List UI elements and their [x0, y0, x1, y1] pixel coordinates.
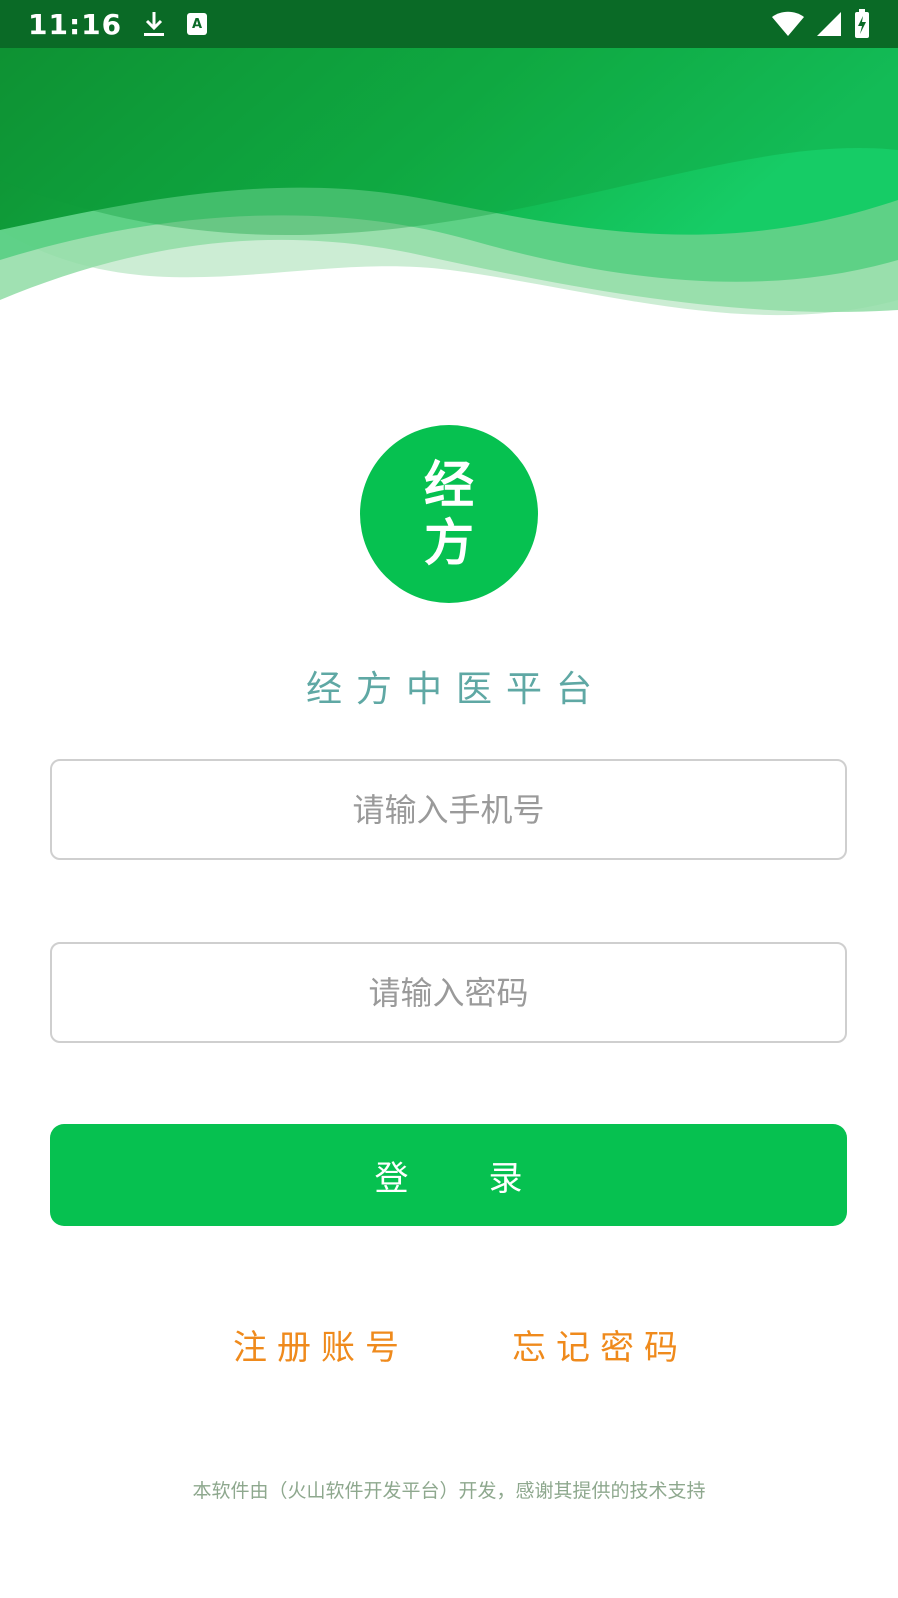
wifi-icon: [772, 11, 804, 37]
password-input[interactable]: [52, 944, 845, 1041]
status-bar: 11:16 A: [0, 0, 898, 48]
status-time: 11:16: [28, 7, 123, 41]
footer-credit: 本软件由（火山软件开发平台）开发，感谢其提供的技术支持: [192, 1480, 706, 1502]
phone-input[interactable]: [52, 761, 845, 858]
logo-char-1: 经: [424, 456, 474, 514]
app-title: 经方中医平台: [305, 669, 606, 710]
login-button[interactable]: 登录: [50, 1124, 847, 1226]
logo-char-2: 方: [424, 514, 474, 572]
cell-signal-icon: [816, 11, 842, 37]
battery-charging-icon: [854, 9, 870, 39]
app-logo: 经 方: [360, 425, 538, 603]
download-icon: [142, 10, 166, 38]
register-link[interactable]: 注册账号: [233, 1320, 409, 1369]
password-field[interactable]: [50, 942, 847, 1043]
forgot-password-link[interactable]: 忘记密码: [512, 1320, 688, 1369]
phone-field[interactable]: [50, 759, 847, 860]
svg-text:A: A: [192, 17, 202, 32]
header-wave-banner: [0, 0, 898, 330]
accessibility-a-icon: A: [186, 12, 208, 36]
login-screen: 11:16 A 经 方 经方中医平台 请输入手机号 登录 注册账号 忘记密码 本…: [0, 0, 898, 1598]
